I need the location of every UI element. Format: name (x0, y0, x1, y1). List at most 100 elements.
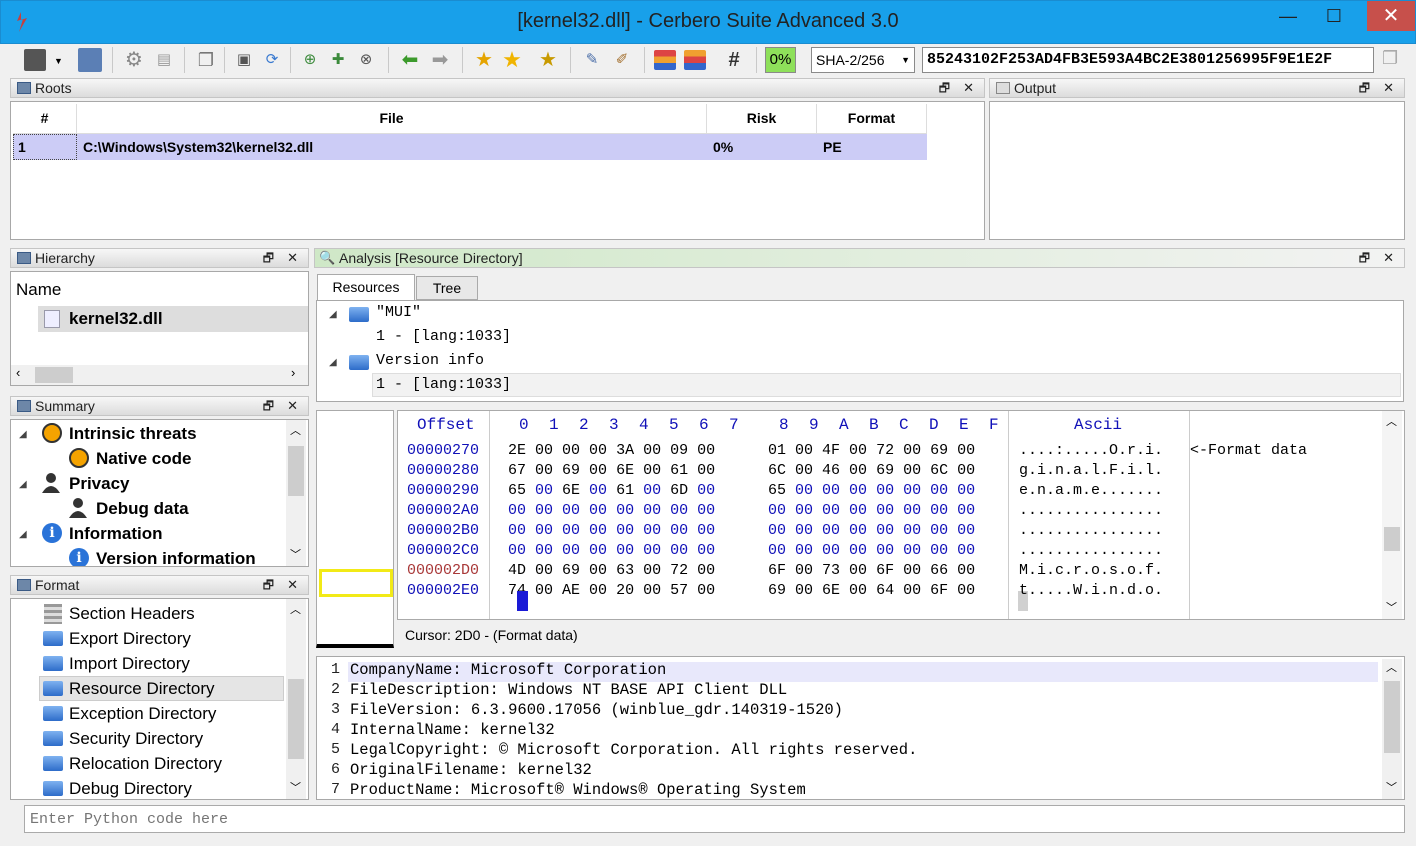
scroll-thumb[interactable] (1384, 527, 1400, 551)
summary-item-debug-data[interactable]: Debug data (96, 496, 189, 521)
zoom-icon[interactable]: ⊕ (298, 48, 322, 72)
format-item-section-headers[interactable]: Section Headers (69, 601, 195, 626)
summary-item-version-information[interactable]: Version information (96, 546, 256, 566)
format-item-relocation-directory[interactable]: Relocation Directory (69, 751, 222, 776)
tab-tree[interactable]: Tree (416, 276, 478, 300)
hex-editor[interactable]: Offset 0123456789ABCDEF Ascii 00000270 2E… (397, 410, 1405, 620)
tools-icon[interactable]: ✎ (580, 48, 604, 72)
scroll-thumb[interactable] (1384, 681, 1400, 753)
expand-arrow-icon[interactable]: ◢ (19, 529, 27, 540)
scroll-down-icon[interactable]: ﹀ (1386, 779, 1397, 795)
resource-item-mui-lang[interactable]: 1 - [lang:1033] (376, 325, 511, 349)
hash-icon[interactable]: # (722, 48, 746, 72)
expand-arrow-icon[interactable]: ◢ (329, 357, 337, 368)
format-item-resource-directory[interactable]: Resource Directory (69, 676, 215, 701)
resource-item-version-lang[interactable]: 1 - [lang:1033] (376, 373, 511, 397)
layout-icon[interactable]: ▣ (232, 48, 256, 72)
vertical-scrollbar[interactable]: ︿ ﹀ (286, 420, 306, 566)
vertical-scrollbar[interactable]: ︿ ﹀ (1382, 659, 1402, 799)
format-item-export-directory[interactable]: Export Directory (69, 626, 191, 651)
minimize-button[interactable]: — (1265, 1, 1311, 31)
tab-resources[interactable]: Resources (317, 274, 415, 300)
vertical-scrollbar[interactable]: ︿ ﹀ (286, 599, 306, 799)
close-panel-icon[interactable]: ✕ (287, 397, 298, 415)
folder-icon (43, 706, 63, 721)
format-item-debug-directory[interactable]: Debug Directory (69, 776, 192, 799)
window-title: [kernel32.dll] - Cerbero Suite Advanced … (517, 10, 899, 32)
format-item-exception-directory[interactable]: Exception Directory (69, 701, 216, 726)
hex-offset: 00000280 (407, 462, 480, 479)
float-icon[interactable]: 🗗 (1359, 249, 1370, 267)
edit-icon[interactable]: ✐ (610, 48, 634, 72)
summary-item-intrinsic-threats[interactable]: Intrinsic threats (69, 421, 197, 446)
summary-item-privacy[interactable]: Privacy (69, 471, 130, 496)
output-area[interactable] (989, 101, 1405, 240)
float-icon[interactable]: 🗗 (939, 79, 950, 97)
summary-item-information[interactable]: Information (69, 521, 163, 546)
column-header-format[interactable]: Format (817, 104, 927, 134)
bookmark-add-icon[interactable]: ★ (472, 48, 496, 72)
hex-overview-bar[interactable] (316, 410, 394, 648)
refresh-icon[interactable]: ⟳ (260, 48, 284, 72)
resource-item-mui[interactable]: "MUI" (376, 301, 421, 325)
scroll-down-icon[interactable]: ﹀ (290, 779, 301, 795)
scroll-up-icon[interactable]: ︿ (290, 422, 301, 438)
resource-item-version-info[interactable]: Version info (376, 349, 484, 373)
color-bars-icon[interactable] (654, 50, 676, 70)
hierarchy-item-kernel32[interactable]: kernel32.dll (38, 306, 308, 332)
back-arrow-icon[interactable]: ⬅ (398, 48, 422, 72)
float-icon[interactable]: 🗗 (1359, 79, 1370, 97)
bookmark-icon[interactable]: ★ (500, 48, 524, 72)
copy-icon[interactable]: ❐ (1382, 48, 1404, 72)
color-bars2-icon[interactable] (684, 50, 706, 70)
hex-cursor (517, 591, 528, 611)
format-item-import-directory[interactable]: Import Directory (69, 651, 190, 676)
expand-arrow-icon[interactable]: ◢ (19, 479, 27, 490)
remove-icon[interactable]: ⊗ (354, 48, 378, 72)
save-icon[interactable] (24, 49, 46, 71)
close-panel-icon[interactable]: ✕ (287, 249, 298, 267)
close-panel-icon[interactable]: ✕ (287, 576, 298, 594)
scroll-up-icon[interactable]: ︿ (290, 601, 301, 617)
summary-item-native-code[interactable]: Native code (96, 446, 191, 471)
scroll-thumb[interactable] (288, 446, 304, 496)
horizontal-scrollbar[interactable]: ‹ › (11, 365, 308, 385)
float-icon[interactable]: 🗗 (263, 576, 274, 594)
scroll-right-icon[interactable]: › (291, 365, 295, 380)
maximize-button[interactable]: ☐ (1311, 1, 1357, 31)
scroll-thumb[interactable] (288, 679, 304, 759)
close-panel-icon[interactable]: ✕ (1383, 249, 1394, 267)
close-button[interactable]: ✕ (1367, 1, 1415, 31)
column-header-num[interactable]: # (13, 104, 77, 134)
hash-algorithm-select[interactable]: SHA-2/256 ▼ (811, 47, 915, 73)
column-header-risk[interactable]: Risk (707, 104, 817, 134)
python-input[interactable] (24, 805, 1405, 833)
document-settings-icon[interactable]: ▤ (152, 48, 176, 72)
settings-icon[interactable]: ⚙ (122, 48, 146, 72)
scroll-up-icon[interactable]: ︿ (1386, 413, 1397, 429)
column-header-file[interactable]: File (77, 104, 707, 134)
expand-arrow-icon[interactable]: ◢ (329, 309, 337, 320)
scroll-left-icon[interactable]: ‹ (16, 365, 20, 380)
close-panel-icon[interactable]: ✕ (1383, 79, 1394, 97)
float-icon[interactable]: 🗗 (263, 397, 274, 415)
add-icon[interactable]: ✚ (326, 48, 350, 72)
bookmarks-icon[interactable]: ★ (536, 48, 560, 72)
export-icon[interactable] (78, 48, 102, 72)
float-icon[interactable]: 🗗 (263, 249, 274, 267)
close-panel-icon[interactable]: ✕ (963, 79, 974, 97)
hierarchy-tree: Name kernel32.dll ‹ › (10, 271, 309, 386)
table-row[interactable]: 1 C:\Windows\System32\kernel32.dll 0% PE (13, 134, 927, 160)
save-dropdown-icon[interactable]: ▼ (54, 56, 63, 66)
scroll-down-icon[interactable]: ﹀ (290, 546, 301, 562)
scroll-up-icon[interactable]: ︿ (1386, 659, 1397, 675)
window-icon[interactable]: ❐ (194, 48, 218, 72)
hex-bytes-low: 2E 00 00 00 3A 00 09 00 (508, 442, 716, 459)
expand-arrow-icon[interactable]: ◢ (19, 429, 27, 440)
scroll-thumb[interactable] (35, 367, 73, 383)
scroll-down-icon[interactable]: ﹀ (1386, 599, 1397, 615)
vertical-scrollbar[interactable]: ︿ ﹀ (1382, 411, 1402, 619)
forward-arrow-icon[interactable]: ➡ (428, 48, 452, 72)
format-item-security-directory[interactable]: Security Directory (69, 726, 203, 751)
hash-value-field[interactable]: 85243102F253AD4FB3E593A4BC2E3801256995F9… (922, 47, 1374, 73)
